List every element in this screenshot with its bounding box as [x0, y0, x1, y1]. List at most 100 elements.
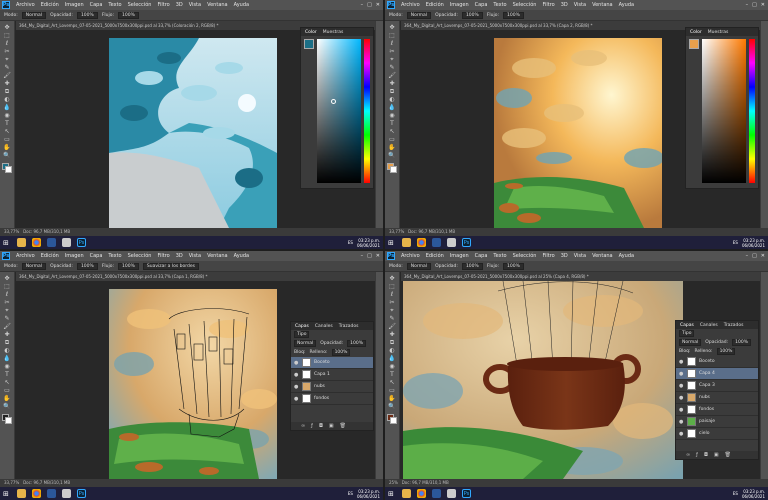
word-icon[interactable]: [432, 238, 441, 247]
blur-tool-icon[interactable]: 💧: [3, 355, 12, 362]
chrome-icon[interactable]: [32, 238, 41, 247]
trash-icon[interactable]: 🗑: [340, 423, 346, 429]
shape-tool-icon[interactable]: ▭: [388, 136, 397, 143]
word-icon[interactable]: [47, 489, 56, 498]
healing-tool-icon[interactable]: ✚: [388, 80, 397, 87]
menu-filtro[interactable]: Filtro: [539, 2, 557, 8]
opacity-input[interactable]: 100%: [461, 262, 483, 270]
hand-tool-icon[interactable]: ✋: [3, 395, 12, 402]
maximize-icon[interactable]: □: [752, 253, 757, 259]
mode-select[interactable]: Normal: [21, 11, 47, 19]
menu-filtro[interactable]: Filtro: [539, 253, 557, 259]
marquee-tool-icon[interactable]: ⬚: [3, 32, 12, 39]
tab-canales[interactable]: Canales: [700, 323, 718, 328]
dodge-tool-icon[interactable]: ◉: [3, 363, 12, 370]
photoshop-taskbar-icon[interactable]: Ps: [462, 238, 471, 247]
mode-select[interactable]: Normal: [406, 11, 432, 19]
clone-tool-icon[interactable]: ⧉: [3, 339, 12, 346]
layer-row[interactable]: ● Capa 3: [676, 380, 758, 392]
brush-tool-icon[interactable]: 🖌: [3, 323, 12, 330]
menu-imagen[interactable]: Imagen: [447, 253, 472, 259]
menu-capa[interactable]: Capa: [87, 2, 106, 8]
trash-icon[interactable]: 🗑: [725, 452, 731, 458]
pencil-tool-icon[interactable]: ✎: [3, 315, 12, 322]
pencil-tool-icon[interactable]: ✎: [388, 315, 397, 322]
layer-row[interactable]: ● nubs: [291, 381, 373, 393]
move-tool-icon[interactable]: ✥: [3, 24, 12, 31]
menu-texto[interactable]: Texto: [490, 2, 509, 8]
layer-row[interactable]: ● Boceto: [676, 356, 758, 368]
lasso-tool-icon[interactable]: ℓ: [3, 291, 12, 298]
menu-seleccion[interactable]: Selección: [125, 253, 155, 259]
path-select-tool-icon[interactable]: ↖: [388, 379, 397, 386]
saturation-brightness-field[interactable]: [316, 39, 362, 183]
menu-edicion[interactable]: Edición: [38, 2, 62, 8]
fill-input[interactable]: 100%: [331, 349, 351, 356]
clone-tool-icon[interactable]: ⧉: [3, 88, 12, 95]
notes-icon[interactable]: [447, 238, 456, 247]
clone-tool-icon[interactable]: ⧉: [388, 339, 397, 346]
healing-tool-icon[interactable]: ✚: [3, 331, 12, 338]
menu-ventana[interactable]: Ventana: [589, 2, 616, 8]
menu-ventana[interactable]: Ventana: [589, 253, 616, 259]
menu-imagen[interactable]: Imagen: [447, 2, 472, 8]
menu-vista[interactable]: Vista: [186, 253, 204, 259]
menu-imagen[interactable]: Imagen: [62, 253, 87, 259]
layer-row[interactable]: ● paisaje: [676, 416, 758, 428]
eyedropper-tool-icon[interactable]: ⌖: [3, 56, 12, 63]
color-swatch-pair[interactable]: [689, 39, 699, 49]
photoshop-taskbar-icon[interactable]: Ps: [77, 489, 86, 498]
word-icon[interactable]: [47, 238, 56, 247]
windows-start-icon[interactable]: ⊞: [388, 239, 396, 247]
blend-mode-select[interactable]: Normal: [294, 340, 317, 347]
blur-tool-icon[interactable]: 💧: [3, 104, 12, 111]
explorer-icon[interactable]: [17, 238, 26, 247]
path-select-tool-icon[interactable]: ↖: [388, 128, 397, 135]
eye-icon[interactable]: ●: [679, 419, 684, 425]
crop-tool-icon[interactable]: ✂: [3, 299, 12, 306]
menu-texto[interactable]: Texto: [105, 2, 124, 8]
layer-row[interactable]: ● fondos: [291, 393, 373, 405]
path-select-tool-icon[interactable]: ↖: [3, 128, 12, 135]
move-tool-icon[interactable]: ✥: [3, 275, 12, 282]
menu-ventana[interactable]: Ventana: [204, 253, 231, 259]
zoom-tool-icon[interactable]: 🔍: [388, 152, 397, 159]
lasso-tool-icon[interactable]: ℓ: [388, 291, 397, 298]
layer-row[interactable]: ● cielo: [676, 428, 758, 440]
color-picker-cursor[interactable]: [330, 99, 336, 104]
crop-tool-icon[interactable]: ✂: [388, 48, 397, 55]
photoshop-taskbar-icon[interactable]: Ps: [77, 238, 86, 247]
layer-opacity-input[interactable]: 100%: [732, 339, 752, 346]
tab-color[interactable]: Color: [690, 30, 702, 35]
tab-color[interactable]: Color: [305, 30, 317, 35]
healing-tool-icon[interactable]: ✚: [3, 80, 12, 87]
clock[interactable]: 03:23 p.m. 06/06/2021: [742, 238, 765, 248]
flow-input[interactable]: 100%: [503, 11, 524, 19]
explorer-icon[interactable]: [17, 489, 26, 498]
menu-archivo[interactable]: Archivo: [398, 2, 423, 8]
gradient-tool-icon[interactable]: ◐: [388, 347, 397, 354]
menu-filtro[interactable]: Filtro: [154, 2, 172, 8]
hue-slider[interactable]: [749, 39, 755, 183]
color-swatches[interactable]: [2, 163, 12, 173]
layer-row[interactable]: ● Capa 1: [291, 369, 373, 381]
menu-seleccion[interactable]: Selección: [125, 2, 155, 8]
move-tool-icon[interactable]: ✥: [388, 24, 397, 31]
hand-tool-icon[interactable]: ✋: [3, 144, 12, 151]
layer-filter-select[interactable]: Tipo: [294, 331, 310, 338]
eye-icon[interactable]: ●: [679, 383, 684, 389]
menu-edicion[interactable]: Edición: [423, 2, 447, 8]
word-icon[interactable]: [432, 489, 441, 498]
menu-capa[interactable]: Capa: [472, 2, 491, 8]
menu-archivo[interactable]: Archivo: [13, 253, 38, 259]
brush-tool-icon[interactable]: 🖌: [388, 323, 397, 330]
layer-row[interactable]: ● Boceto: [291, 357, 373, 369]
fill-input[interactable]: 100%: [716, 348, 736, 355]
menu-3d[interactable]: 3D: [558, 253, 571, 259]
healing-tool-icon[interactable]: ✚: [388, 331, 397, 338]
gradient-tool-icon[interactable]: ◐: [3, 96, 12, 103]
type-tool-icon[interactable]: T: [3, 371, 12, 378]
mask-icon[interactable]: ◘: [319, 423, 323, 429]
menu-vista[interactable]: Vista: [571, 253, 589, 259]
eye-icon[interactable]: ●: [294, 384, 299, 390]
